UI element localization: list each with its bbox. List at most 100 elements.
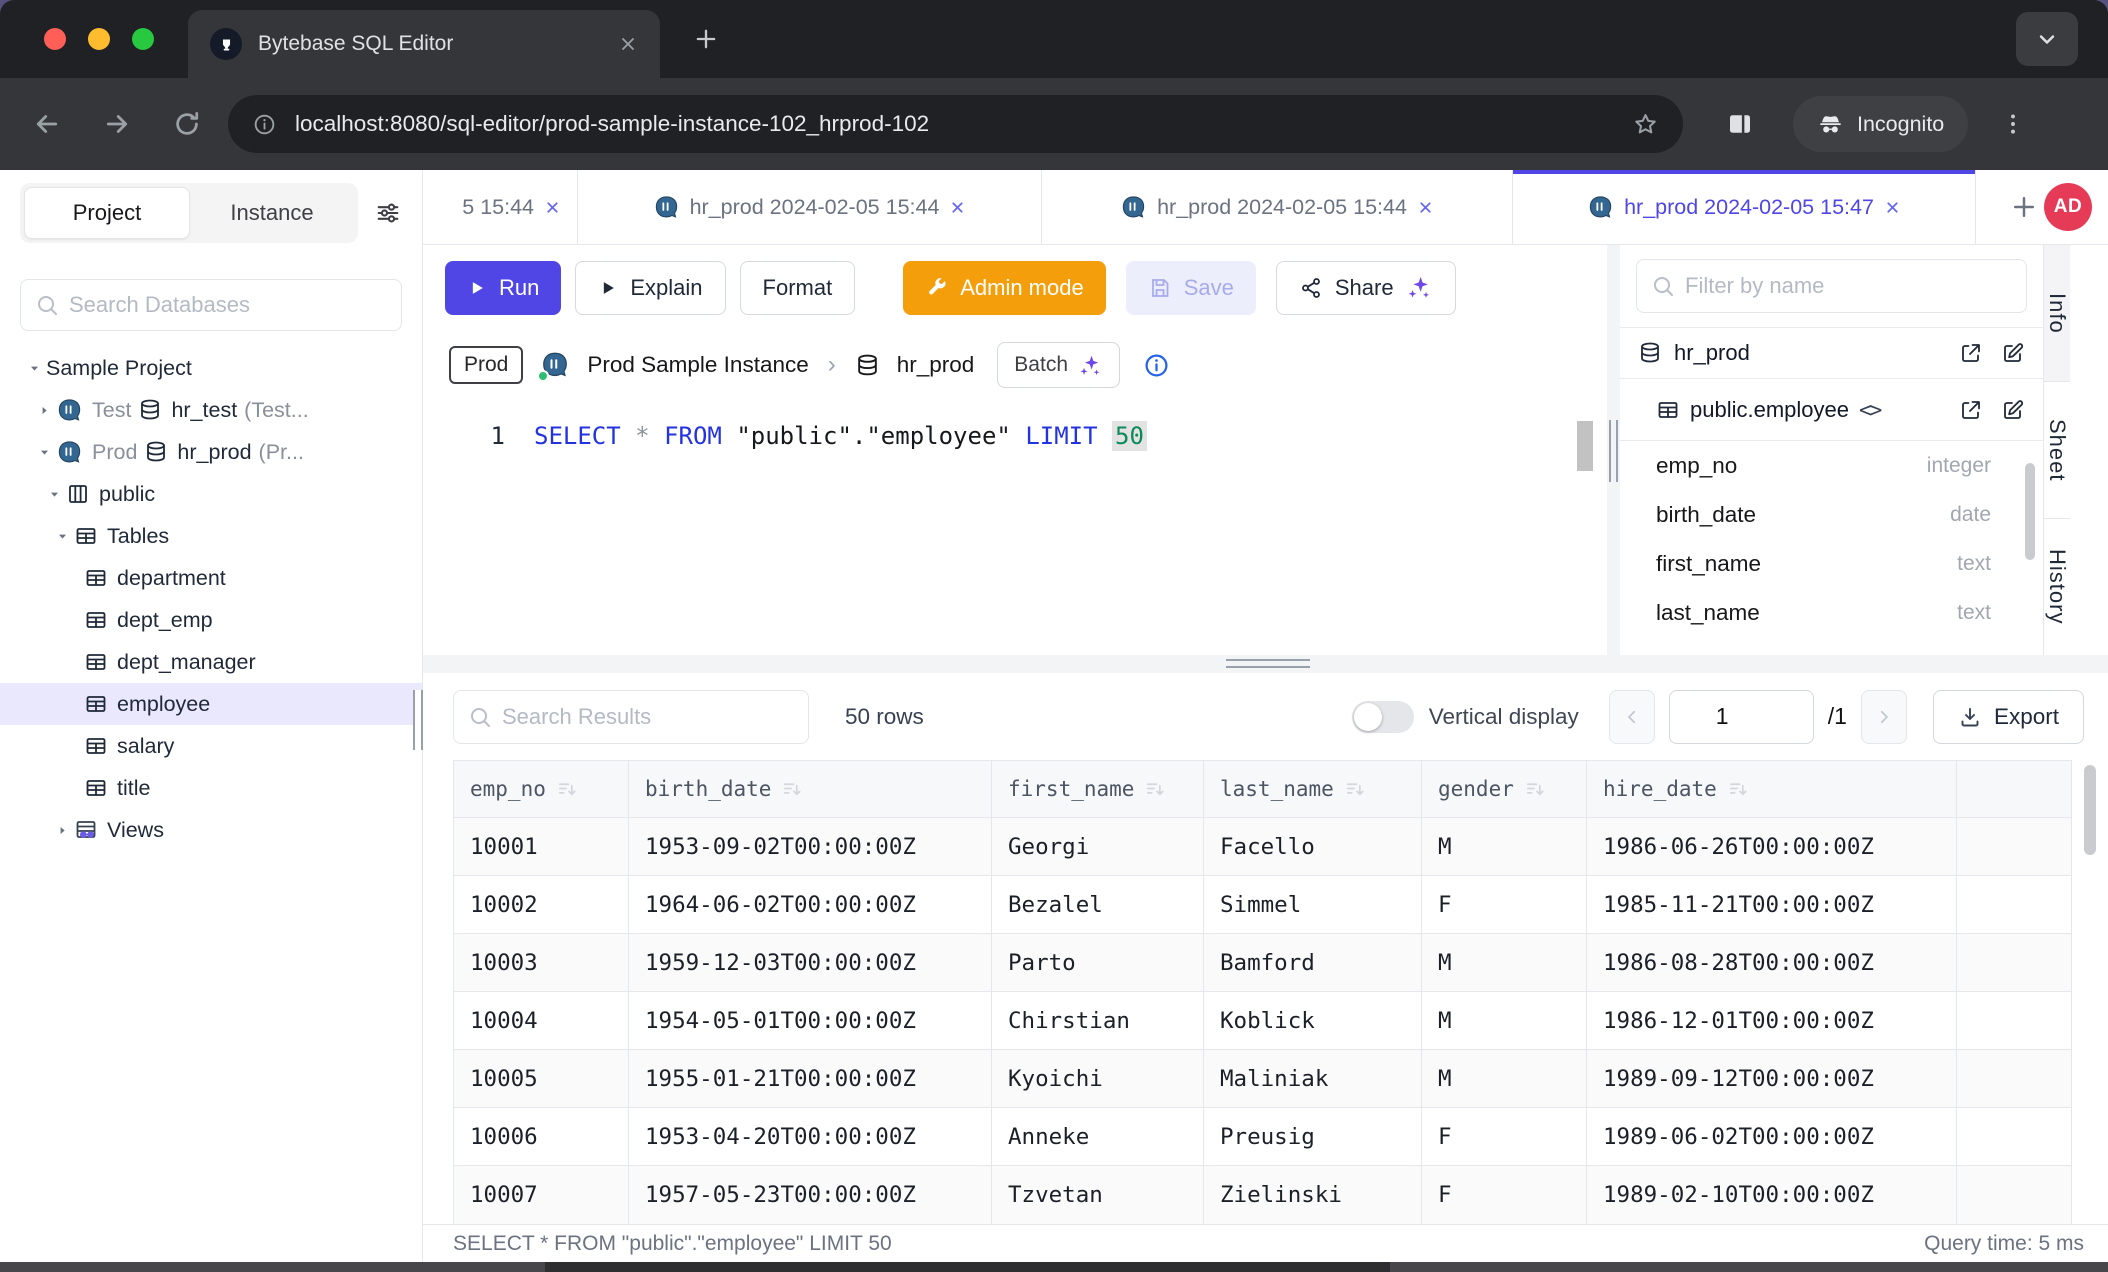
save-button[interactable]: Save [1126, 261, 1256, 315]
table-row[interactable]: 100051955-01-21T00:00:00ZKyoichiMaliniak… [454, 1050, 2071, 1108]
prev-page-button[interactable] [1609, 690, 1655, 744]
side-tab-sheet[interactable]: Sheet [2044, 382, 2070, 519]
side-tab-history[interactable]: History [2044, 519, 2070, 656]
schema-filter-input[interactable] [1685, 273, 2012, 299]
schema-table-row[interactable]: public.employee <> [1620, 379, 2043, 441]
site-info-icon[interactable] [252, 112, 277, 137]
splitter-grip[interactable] [1226, 659, 1310, 668]
forward-icon[interactable] [102, 109, 132, 139]
reload-icon[interactable] [172, 109, 202, 139]
edit-icon[interactable] [2001, 398, 2025, 422]
bookmark-star-icon[interactable] [1632, 111, 1659, 138]
table-cell[interactable]: Bezalel [992, 876, 1204, 934]
table-cell[interactable]: Bamford [1204, 934, 1422, 992]
tree-item[interactable]: department [0, 557, 422, 599]
column-header[interactable]: birth_date [629, 761, 992, 818]
export-button[interactable]: Export [1933, 690, 2084, 744]
share-button[interactable]: Share [1276, 261, 1456, 315]
table-row[interactable]: 100031959-12-03T00:00:00ZPartoBamfordM19… [454, 934, 2071, 992]
table-cell[interactable]: 1986-06-26T00:00:00Z [1587, 818, 1957, 876]
table-row[interactable]: 100041954-05-01T00:00:00ZChirstianKoblic… [454, 992, 2071, 1050]
editor-tab[interactable]: hr_prod 2024-02-05 15:44 [578, 170, 1042, 244]
column-row[interactable]: first_nametext [1620, 539, 2043, 588]
table-cell[interactable]: Georgi [992, 818, 1204, 876]
tree-item[interactable]: title [0, 767, 422, 809]
table-cell[interactable]: Koblick [1204, 992, 1422, 1050]
table-cell[interactable]: 1985-11-21T00:00:00Z [1587, 876, 1957, 934]
table-cell[interactable]: F [1422, 1108, 1587, 1166]
table-cell[interactable]: Anneke [992, 1108, 1204, 1166]
editor-tab-active[interactable]: hr_prod 2024-02-05 15:47 [1513, 170, 1976, 244]
table-row[interactable]: 100011953-09-02T00:00:00ZGeorgiFacelloM1… [454, 818, 2071, 876]
run-button[interactable]: Run [445, 261, 561, 315]
table-cell[interactable]: 10005 [454, 1050, 629, 1108]
table-cell[interactable]: 1986-12-01T00:00:00Z [1587, 992, 1957, 1050]
info-circle-icon[interactable] [1143, 352, 1170, 379]
tree-item[interactable]: Sample Project [0, 347, 422, 389]
table-cell[interactable]: Simmel [1204, 876, 1422, 934]
table-cell[interactable]: Tzvetan [992, 1166, 1204, 1224]
side-panel-icon[interactable] [1725, 109, 1755, 139]
back-icon[interactable] [32, 109, 62, 139]
database-search[interactable] [20, 279, 402, 331]
table-cell[interactable]: 10003 [454, 934, 629, 992]
table-row[interactable]: 100021964-06-02T00:00:00ZBezalelSimmelF1… [454, 876, 2071, 934]
table-cell[interactable]: 10004 [454, 992, 629, 1050]
table-cell[interactable]: Kyoichi [992, 1050, 1204, 1108]
schema-database-row[interactable]: hr_prod [1620, 327, 2043, 379]
browser-tab[interactable]: Bytebase SQL Editor [188, 10, 660, 78]
sort-icon[interactable] [781, 778, 804, 801]
table-cell[interactable]: M [1422, 934, 1587, 992]
view-code-icon[interactable]: <> [1859, 398, 1880, 422]
sql-statement[interactable]: SELECT * FROM "public"."employee" LIMIT … [534, 422, 1147, 450]
minimize-window-button[interactable] [88, 28, 110, 50]
sort-icon[interactable] [556, 778, 579, 801]
window-controls[interactable] [44, 28, 154, 50]
table-cell[interactable]: 10002 [454, 876, 629, 934]
schema-scrollbar-thumb[interactable] [2025, 463, 2035, 560]
table-cell[interactable]: M [1422, 818, 1587, 876]
table-cell[interactable]: 1986-08-28T00:00:00Z [1587, 934, 1957, 992]
sort-icon[interactable] [1727, 778, 1750, 801]
results-scrollbar-thumb[interactable] [2084, 765, 2096, 855]
tree-item[interactable]: salary [0, 725, 422, 767]
table-cell[interactable]: 1954-05-01T00:00:00Z [629, 992, 992, 1050]
new-sheet-icon[interactable] [2009, 192, 2039, 222]
avatar[interactable]: AD [2044, 183, 2092, 231]
tab-search-button[interactable] [2016, 12, 2078, 66]
next-page-button[interactable] [1861, 690, 1907, 744]
table-cell[interactable]: F [1422, 876, 1587, 934]
table-cell[interactable]: M [1422, 1050, 1587, 1108]
close-tab-icon[interactable] [1884, 199, 1901, 216]
column-header[interactable]: last_name [1204, 761, 1422, 818]
table-cell[interactable]: 1953-09-02T00:00:00Z [629, 818, 992, 876]
table-row[interactable]: 100061953-04-20T00:00:00ZAnnekePreusigF1… [454, 1108, 2071, 1166]
editor-tab[interactable]: 5 15:44 [423, 170, 578, 244]
close-tab-icon[interactable] [949, 199, 966, 216]
tab-instance[interactable]: Instance [190, 187, 354, 239]
table-cell[interactable]: Chirstian [992, 992, 1204, 1050]
table-cell[interactable]: Zielinski [1204, 1166, 1422, 1224]
table-cell[interactable]: M [1422, 992, 1587, 1050]
table-cell[interactable]: F [1422, 1166, 1587, 1224]
tree-item[interactable]: Tables [0, 515, 422, 557]
sidebar-settings-icon[interactable] [374, 199, 402, 227]
tree-item[interactable]: public [0, 473, 422, 515]
table-cell[interactable]: 10007 [454, 1166, 629, 1224]
close-tab-icon[interactable] [618, 34, 638, 54]
table-cell[interactable]: 1953-04-20T00:00:00Z [629, 1108, 992, 1166]
vertical-splitter[interactable] [1607, 245, 1620, 655]
vertical-display-toggle[interactable] [1352, 701, 1414, 733]
caret-right-icon[interactable] [32, 404, 56, 417]
tree-item[interactable]: employee [0, 683, 422, 725]
table-cell[interactable]: 10001 [454, 818, 629, 876]
external-link-icon[interactable] [1959, 341, 1983, 365]
tree-item[interactable]: Testhr_test(Test... [0, 389, 422, 431]
table-cell[interactable]: 1989-09-12T00:00:00Z [1587, 1050, 1957, 1108]
sort-icon[interactable] [1344, 778, 1367, 801]
column-row[interactable]: emp_nointeger [1620, 441, 2043, 490]
schema-filter[interactable] [1636, 259, 2027, 313]
column-row[interactable]: last_nametext [1620, 588, 2043, 637]
column-header[interactable]: first_name [992, 761, 1204, 818]
caret-down-icon[interactable] [42, 488, 66, 501]
